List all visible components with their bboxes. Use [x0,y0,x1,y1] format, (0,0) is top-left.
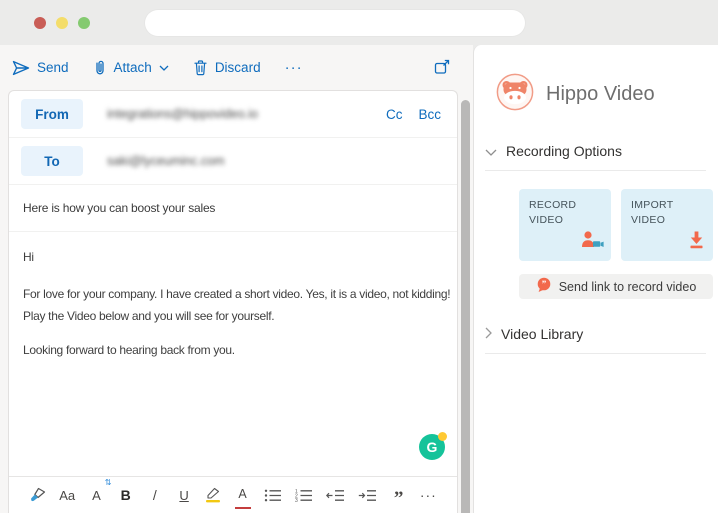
subject-input[interactable]: Here is how you can boost your sales [9,185,457,232]
recording-option-cards: RECORD VIDEO IMPORT [519,189,718,261]
to-row: To saki@lyceuminc.com [9,138,457,185]
address-bar[interactable] [145,10,525,36]
decrease-indent-button[interactable] [326,483,345,507]
recording-options-label: Recording Options [506,143,622,159]
attach-label: Attach [114,60,152,75]
cc-button[interactable]: Cc [386,107,403,122]
blockquote-button[interactable]: ” [391,479,407,511]
format-overflow-button[interactable]: ··· [420,483,437,507]
from-button[interactable]: From [21,99,83,129]
discard-label: Discard [215,60,261,75]
underline-button[interactable]: U [176,483,192,507]
import-video-card[interactable]: IMPORT VIDEO [621,189,713,261]
titlebar [0,0,718,45]
font-color-button[interactable]: A [235,482,251,509]
chevron-down-icon [159,65,169,71]
format-painter-icon[interactable] [29,483,46,507]
bcc-button[interactable]: Bcc [418,107,441,122]
body-line: For love for your company. I have create… [23,283,443,305]
send-button[interactable]: Send [12,60,69,76]
speech-bubble-quote-icon: ” [536,277,552,296]
record-person-camera-icon [580,230,604,254]
hippo-video-panel: Hippo Video Recording Options RECORD VID… [473,45,718,513]
video-library-label: Video Library [501,326,583,342]
from-address: integrations@hippovideo.io [107,107,258,121]
panel-title: Hippo Video [546,83,655,106]
record-video-label-line2: VIDEO [529,214,563,226]
compose-toolbar: Send Attach [0,45,473,90]
download-icon [687,230,706,254]
record-video-card[interactable]: RECORD VIDEO [519,189,611,261]
record-video-label-line1: RECORD [529,199,576,211]
video-library-section-toggle[interactable]: Video Library [485,326,706,342]
paperclip-icon [93,59,107,76]
close-window-button[interactable] [34,17,46,29]
trash-icon [193,59,208,76]
body-line: Play the Video below and you will see fo… [23,305,443,327]
chevron-right-icon [485,326,492,342]
italic-button[interactable]: / [147,483,163,507]
import-video-label-line2: VIDEO [631,214,665,226]
attach-button[interactable]: Attach [93,59,169,76]
zoom-window-button[interactable] [78,17,90,29]
send-icon [12,60,30,76]
hippo-video-logo-icon [496,73,534,116]
grammarly-notification-dot [438,432,447,441]
svg-text:”: ” [541,279,546,289]
increase-indent-button[interactable] [358,483,377,507]
section-divider [485,170,706,171]
bullet-list-button[interactable] [264,483,282,507]
minimize-window-button[interactable] [56,17,68,29]
format-toolbar: Aa A⇅ B / U A [9,476,457,513]
to-button[interactable]: To [21,146,83,176]
from-row: From integrations@hippovideo.io Cc Bcc [9,91,457,138]
body-greeting: Hi [23,246,443,268]
open-in-new-window-button[interactable] [433,58,451,79]
svg-text:3: 3 [295,498,298,502]
toolbar-overflow-button[interactable]: ··· [285,59,303,76]
font-size-button[interactable]: A⇅ [88,483,104,507]
message-body-editor[interactable]: Hi For love for your company. I have cre… [9,232,457,361]
panel-header: Hippo Video [474,45,718,116]
import-video-label-line1: IMPORT [631,199,673,211]
app-window: Send Attach [0,0,718,513]
scrollbar[interactable] [461,100,470,513]
body-closing: Looking forward to hearing back from you… [23,339,443,361]
chevron-down-icon [485,143,497,159]
mail-compose-pane: Send Attach [0,45,473,513]
grammarly-icon[interactable]: G [419,434,445,460]
recording-options-section-toggle[interactable]: Recording Options [485,143,706,159]
highlight-button[interactable] [205,483,221,507]
send-label: Send [37,60,69,75]
send-link-label: Send link to record video [559,280,697,294]
to-address: saki@lyceuminc.com [107,154,225,168]
section-divider [485,353,706,354]
font-picker[interactable]: Aa [59,483,75,507]
compose-card: From integrations@hippovideo.io Cc Bcc T… [8,90,458,513]
send-link-to-record-button[interactable]: ” Send link to record video [519,274,713,299]
bold-button[interactable]: B [118,483,134,507]
numbered-list-button[interactable]: 1 2 3 [295,483,313,507]
font-size-arrows-icon: ⇅ [105,478,112,487]
discard-button[interactable]: Discard [193,59,261,76]
